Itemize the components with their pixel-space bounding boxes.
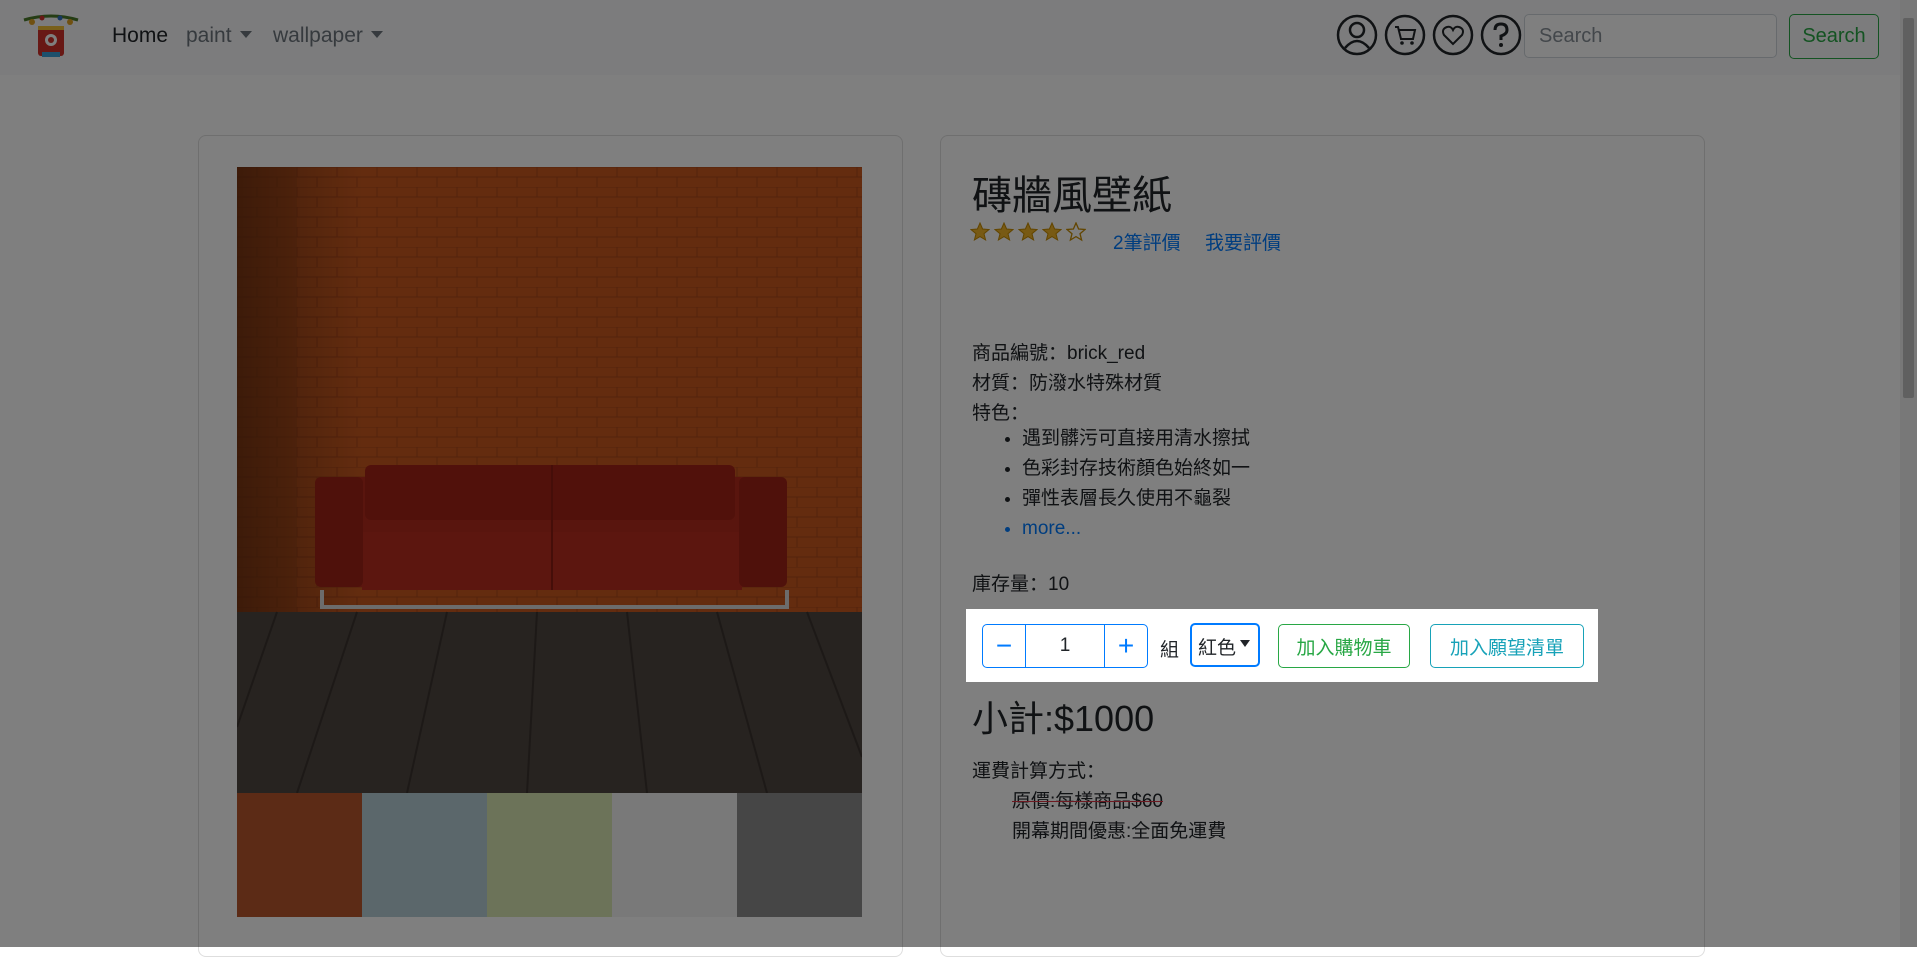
decrease-quantity-button[interactable]: − bbox=[982, 624, 1026, 668]
color-select-value: 紅色 bbox=[1198, 638, 1237, 659]
add-to-wishlist-button[interactable]: 加入願望清單 bbox=[1430, 624, 1584, 668]
quantity-input[interactable] bbox=[1026, 624, 1104, 668]
purchase-action-bar: − + 組 紅色 加入購物車 加入願望清單 bbox=[966, 609, 1598, 682]
increase-quantity-button[interactable]: + bbox=[1104, 624, 1148, 668]
quantity-unit: 組 bbox=[1160, 640, 1180, 661]
quantity-stepper: − + bbox=[982, 624, 1148, 668]
add-to-cart-button[interactable]: 加入購物車 bbox=[1278, 624, 1410, 668]
dim-overlay bbox=[0, 0, 1917, 947]
dropdown-arrow-icon bbox=[1240, 640, 1250, 647]
color-select[interactable]: 紅色 bbox=[1190, 623, 1260, 667]
